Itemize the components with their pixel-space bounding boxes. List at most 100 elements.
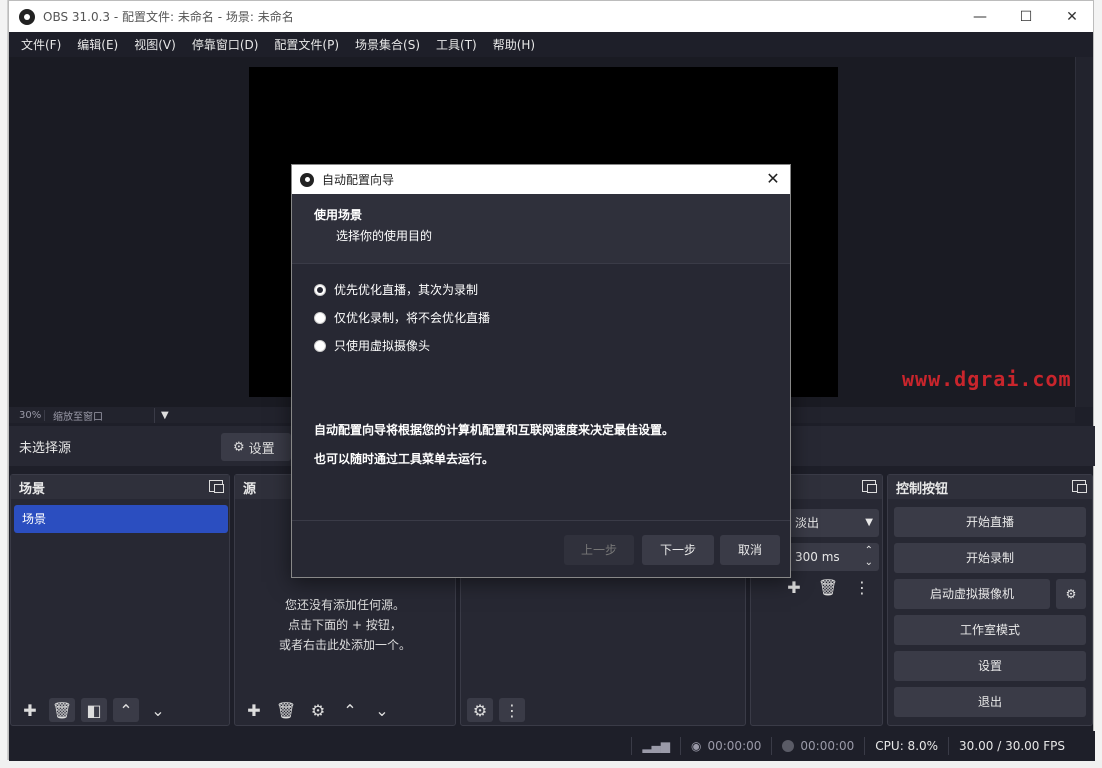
exit-button[interactable]: 退出 <box>894 687 1086 717</box>
trash-icon[interactable]: 🗑 <box>273 698 299 722</box>
stream-broadcast-icon: ◉ <box>691 739 702 753</box>
sources-empty-line-2: 点击下面的 + 按钮， <box>288 618 402 632</box>
fit-mode-select[interactable]: 缩放至窗口 <box>45 407 155 423</box>
obs-logo-icon <box>19 8 35 25</box>
cpu-usage: CPU: 8.0% <box>864 737 948 755</box>
window-title: OBS 31.0.3 - 配置文件: 未命名 - 场景: 未命名 <box>43 10 294 24</box>
start-recording-button[interactable]: 开始录制 <box>894 543 1086 573</box>
usage-option-stream[interactable]: 优先优化直播，其次为录制 <box>314 281 478 298</box>
usage-option-record-label: 仅优化录制，将不会优化直播 <box>334 311 491 325</box>
controls-dock-header: 控制按钮 <box>888 475 1092 499</box>
usage-option-virtualcam[interactable]: 只使用虚拟摄像头 <box>314 337 430 354</box>
advanced-audio-gear-icon[interactable]: ⚙ <box>467 698 493 722</box>
spin-down-icon[interactable]: ⌄ <box>865 549 873 577</box>
source-settings-label: 设置 <box>248 441 275 457</box>
title-bar: OBS 31.0.3 - 配置文件: 未命名 - 场景: 未命名 — ☐ ✕ <box>9 1 1093 32</box>
fps-readout: 30.00 / 30.00 FPS <box>948 737 1075 755</box>
signal-strength-icon: ▂▄▆ <box>631 737 680 755</box>
radio-icon[interactable] <box>314 339 326 352</box>
move-down-icon[interactable]: ⌄ <box>145 698 171 722</box>
add-icon[interactable]: ✚ <box>17 698 43 722</box>
gear-icon: ⚙ <box>233 439 245 455</box>
watermark-text: www.dgrai.com <box>902 367 1072 391</box>
controls-dock-title: 控制按钮 <box>896 481 949 497</box>
more-options-icon[interactable]: ⋮ <box>499 698 525 722</box>
start-virtual-camera-button[interactable]: 启动虚拟摄像机 <box>894 579 1050 609</box>
more-options-icon[interactable]: ⋮ <box>849 575 875 599</box>
menu-bar: 文件(F) 编辑(E) 视图(V) 停靠窗口(D) 配置文件(P) 场景集合(S… <box>9 32 1093 56</box>
source-settings-button[interactable]: ⚙ 设置 <box>221 433 291 461</box>
background-page-right <box>1094 0 1102 768</box>
chevron-down-icon: ▼ <box>865 517 873 528</box>
move-down-icon[interactable]: ⌄ <box>369 698 395 722</box>
obs-logo-icon <box>300 172 314 187</box>
dialog-separator <box>292 520 790 521</box>
scenes-dock-footer: ✚ 🗑 ◧ ⌃ ⌄ <box>11 695 229 725</box>
close-button[interactable]: ✕ <box>1049 1 1095 32</box>
gear-icon[interactable]: ⚙ <box>305 698 331 722</box>
filter-icon[interactable]: ◧ <box>81 698 107 722</box>
sources-dock-footer: ✚ 🗑 ⚙ ⌃ ⌄ <box>235 695 455 725</box>
next-button[interactable]: 下一步 <box>642 535 714 565</box>
add-icon[interactable]: ✚ <box>781 575 807 599</box>
dialog-close-icon[interactable]: ✕ <box>762 168 784 190</box>
sources-empty-line-1: 您还没有添加任何源。 <box>284 598 405 612</box>
minimize-button[interactable]: — <box>957 1 1003 32</box>
scenes-dock-header: 场景 <box>11 475 229 499</box>
menu-view[interactable]: 视图(V) <box>126 36 184 53</box>
auto-config-wizard-dialog: 自动配置向导 ✕ 使用场景 选择你的使用目的 优先优化直播，其次为录制 仅优化录… <box>291 164 791 578</box>
scene-list-item[interactable]: 场景 <box>14 505 228 533</box>
transition-type-value: 淡出 <box>795 516 820 530</box>
undock-icon[interactable] <box>862 480 877 493</box>
usage-option-stream-label: 优先优化直播，其次为录制 <box>334 283 479 297</box>
sources-dock-title: 源 <box>243 481 257 497</box>
menu-profile[interactable]: 配置文件(P) <box>266 36 347 53</box>
add-icon[interactable]: ✚ <box>241 698 267 722</box>
stream-time: 00:00:00 <box>707 739 762 753</box>
radio-selected-icon[interactable] <box>314 283 326 296</box>
menu-help[interactable]: 帮助(H) <box>485 36 543 53</box>
undock-icon[interactable] <box>1072 480 1087 493</box>
dialog-title-bar: 自动配置向导 ✕ <box>292 165 790 194</box>
chevron-down-icon[interactable]: ▼ <box>155 410 169 421</box>
dialog-info-2: 也可以随时通过工具菜单去运行。 <box>314 452 495 466</box>
transition-duration-value: 300 ms <box>795 550 840 564</box>
start-streaming-button[interactable]: 开始直播 <box>894 507 1086 537</box>
virtual-camera-settings-gear-icon[interactable]: ⚙ <box>1056 579 1086 609</box>
cancel-button[interactable]: 取消 <box>720 535 780 565</box>
preview-scrollbar[interactable] <box>1075 57 1093 407</box>
record-time: 00:00:00 <box>800 739 855 753</box>
dialog-header: 使用场景 选择你的使用目的 <box>292 194 790 264</box>
dialog-info-1: 自动配置向导将根据您的计算机配置和互联网速度来决定最佳设置。 <box>314 423 675 437</box>
transition-tools: ✚ 🗑 ⋮ <box>781 575 875 599</box>
usage-option-record[interactable]: 仅优化录制，将不会优化直播 <box>314 309 490 326</box>
maximize-button[interactable]: ☐ <box>1003 1 1049 32</box>
menu-tools[interactable]: 工具(T) <box>428 36 485 53</box>
menu-scene-collection[interactable]: 场景集合(S) <box>347 36 428 53</box>
back-button[interactable]: 上一步 <box>564 535 634 565</box>
dialog-heading: 使用场景 <box>314 208 363 222</box>
menu-docks[interactable]: 停靠窗口(D) <box>184 36 267 53</box>
studio-mode-button[interactable]: 工作室模式 <box>894 615 1086 645</box>
status-bar: ▂▄▆ ◉ 00:00:00 00:00:00 CPU: 8.0% 30.00 … <box>9 731 1095 761</box>
move-up-icon[interactable]: ⌃ <box>337 698 363 722</box>
scenes-dock-title: 场景 <box>19 481 46 497</box>
radio-icon[interactable] <box>314 311 326 324</box>
background-page-left <box>0 0 8 768</box>
move-up-icon[interactable]: ⌃ <box>113 698 139 722</box>
record-dot-icon <box>782 740 795 752</box>
settings-button[interactable]: 设置 <box>894 651 1086 681</box>
menu-edit[interactable]: 编辑(E) <box>69 36 126 53</box>
controls-dock: 控制按钮 开始直播 开始录制 启动虚拟摄像机 ⚙ 工作室模式 设置 退出 <box>887 474 1093 726</box>
sources-empty-message: 您还没有添加任何源。 点击下面的 + 按钮， 或者右击此处添加一个。 <box>235 595 455 655</box>
record-status: 00:00:00 <box>771 737 864 755</box>
trash-icon[interactable]: 🗑 <box>815 575 841 599</box>
menu-file[interactable]: 文件(F) <box>13 36 69 53</box>
trash-icon[interactable]: 🗑 <box>49 698 75 722</box>
scenes-dock: 场景 场景 ✚ 🗑 ◧ ⌃ ⌄ <box>10 474 230 726</box>
zoom-level: 30% <box>9 409 45 421</box>
usage-option-virtualcam-label: 只使用虚拟摄像头 <box>334 339 431 353</box>
sources-empty-line-3: 或者右击此处添加一个。 <box>278 638 411 652</box>
audio-mixer-dock-footer: ⚙ ⋮ <box>461 695 745 725</box>
undock-icon[interactable] <box>209 480 224 493</box>
